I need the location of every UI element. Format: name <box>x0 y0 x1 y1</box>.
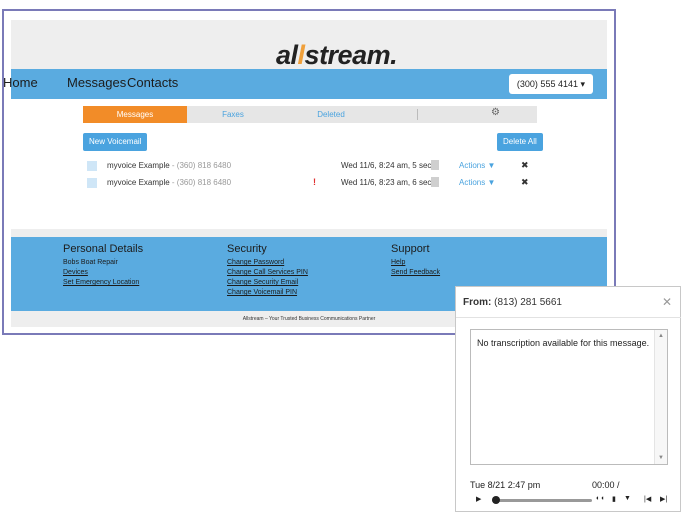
divider <box>456 317 681 318</box>
message-caller: myvoice Example - (360) 818 6480 <box>107 161 232 170</box>
message-date: Wed 11/6, 8:23 am, 6 secs <box>341 178 436 187</box>
skip-forward-icon[interactable]: ▶| <box>660 495 667 503</box>
seek-bar[interactable] <box>492 499 592 502</box>
voicemail-modal: From: (813) 281 5661 ✕ No transcription … <box>455 286 681 512</box>
delete-all-button[interactable]: Delete All <box>497 133 543 151</box>
change-voicemail-pin-link[interactable]: Change Voicemail PIN <box>227 289 308 296</box>
warning-icon: ! <box>313 177 316 187</box>
actions-dropdown[interactable]: Actions ▼ <box>459 161 495 170</box>
play-icon[interactable] <box>87 161 97 171</box>
modal-title: From: (813) 281 5661 <box>463 297 562 308</box>
footer-heading: Support <box>391 243 430 255</box>
footer-support: Support Help Send Feedback <box>391 243 440 279</box>
top-nav: Home Messages Contacts (300) 555 4141 ▾ <box>3 69 607 99</box>
playback-time: 00:00 / <box>592 480 620 490</box>
send-feedback-link[interactable]: Send Feedback <box>391 269 440 276</box>
message-date: Tue 8/21 2:47 pm <box>470 480 541 490</box>
set-emergency-location-link[interactable]: Set Emergency Location <box>63 279 143 286</box>
tab-divider <box>417 109 418 120</box>
devices-link[interactable]: Devices <box>63 269 143 276</box>
message-row[interactable]: myvoice Example - (360) 818 6480 ! Wed 1… <box>87 176 537 190</box>
document-icon[interactable] <box>431 177 439 187</box>
footer-heading: Security <box>227 243 267 255</box>
footer-security: Security Change Password Change Call Ser… <box>227 243 308 299</box>
change-password-link[interactable]: Change Password <box>227 259 308 266</box>
trash-icon[interactable]: ▮ <box>612 495 616 503</box>
close-icon[interactable]: ✕ <box>662 295 672 309</box>
message-tabs: Messages Faxes Deleted ⚙ <box>83 106 537 123</box>
actions-dropdown[interactable]: Actions ▼ <box>459 178 495 187</box>
change-security-email-link[interactable]: Change Security Email <box>227 279 308 286</box>
message-row[interactable]: myvoice Example - (360) 818 6480 Wed 11/… <box>87 159 537 173</box>
footer-personal-details: Personal Details Bobs Boat Repair Device… <box>63 243 143 289</box>
message-date: Wed 11/6, 8:24 am, 5 secs <box>341 161 436 170</box>
chevron-down-icon[interactable]: ▼ <box>624 495 631 502</box>
tab-deleted[interactable]: Deleted <box>301 106 361 123</box>
messages-panel: Messages Faxes Deleted ⚙ New Voicemail D… <box>11 99 607 229</box>
volume-icon[interactable]: ◐◖ <box>596 495 604 502</box>
tab-faxes[interactable]: Faxes <box>203 106 263 123</box>
new-voicemail-button[interactable]: New Voicemail <box>83 133 148 151</box>
play-icon[interactable]: ▶ <box>476 495 481 503</box>
nav-contacts[interactable]: Contacts <box>127 75 178 90</box>
transcription-text: No transcription available for this mess… <box>477 338 650 348</box>
transcription-textarea[interactable]: No transcription available for this mess… <box>470 329 668 465</box>
footer-heading: Personal Details <box>63 243 144 255</box>
phone-number-dropdown[interactable]: (300) 555 4141 ▾ <box>508 74 593 94</box>
change-call-services-pin-link[interactable]: Change Call Services PIN <box>227 269 308 276</box>
scroll-up-icon[interactable]: ▲ <box>658 333 664 339</box>
play-icon[interactable] <box>87 178 97 188</box>
message-caller: myvoice Example - (360) 818 6480 <box>107 178 232 187</box>
audio-player: ▶ ◐◖ ▮ ▼ |◀ ▶| <box>470 494 681 507</box>
help-link[interactable]: Help <box>391 259 440 266</box>
allstream-logo: allstream. <box>276 40 398 70</box>
account-name: Bobs Boat Repair <box>63 259 118 266</box>
nav-messages[interactable]: Messages <box>67 75 126 90</box>
scrollbar[interactable]: ▲ ▼ <box>654 330 667 464</box>
gear-icon[interactable]: ⚙ <box>491 107 500 118</box>
skip-back-icon[interactable]: |◀ <box>644 495 651 503</box>
close-icon[interactable]: ✖ <box>521 160 529 171</box>
seek-thumb[interactable] <box>492 496 500 504</box>
document-icon[interactable] <box>431 160 439 170</box>
scroll-down-icon[interactable]: ▼ <box>658 455 664 461</box>
nav-home[interactable]: Home <box>3 75 38 90</box>
close-icon[interactable]: ✖ <box>521 177 529 188</box>
tab-messages[interactable]: Messages <box>83 106 187 123</box>
page-container: allstream. Home Messages Contacts (300) … <box>3 20 607 327</box>
